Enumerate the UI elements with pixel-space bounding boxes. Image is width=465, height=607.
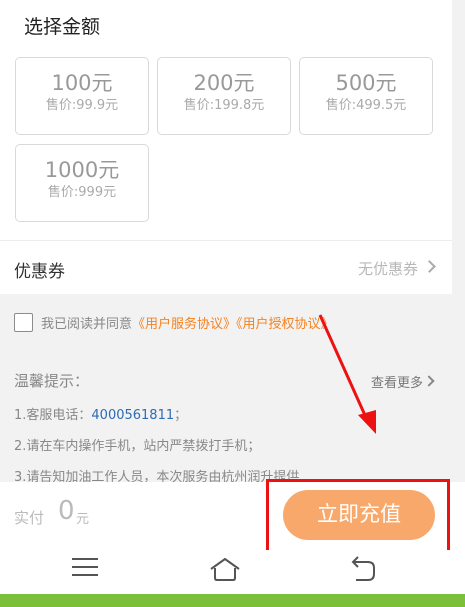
amount-option-200[interactable]: 200元 售价:199.8元 [157,57,291,135]
amount-option-value: 500元 [335,71,397,95]
annotation-arrow [318,314,376,434]
amount-option-price: 售价:99.9元 [45,98,119,113]
paid-unit: 元 [76,512,90,527]
coupon-label: 优惠券 [14,262,65,282]
paid-amount: 0 [58,496,75,526]
amount-option-value: 200元 [193,71,255,95]
amount-section: 选择金额 100元 售价:99.9元 200元 售价:199.8元 500元 售… [0,0,452,240]
amount-option-price: 售价:499.5元 [325,98,407,113]
annotation-highlight-box [266,479,450,554]
customer-service-phone[interactable]: 4000561811 [91,408,174,423]
home-icon[interactable] [208,556,242,582]
tip-line-1-suffix: ； [174,408,188,423]
agreement-checkbox[interactable] [14,313,33,332]
tips-title: 温馨提示： [14,372,90,390]
agreement-text: 我已阅读并同意《用户服务协议》《用户授权协议》 [41,313,334,332]
back-icon[interactable] [348,554,378,584]
amount-option-1000[interactable]: 1000元 售价:999元 [15,144,149,222]
tip-line-2: 2.请在车内操作手机，站内严禁拨打手机； [14,439,261,454]
bottom-strip [0,594,465,607]
agreement-prefix: 我已阅读并同意 [41,317,133,332]
tip-line-1-prefix: 1.客服电话： [14,408,92,423]
amount-option-500[interactable]: 500元 售价:499.5元 [299,57,433,135]
menu-icon[interactable] [72,558,98,578]
user-service-agreement-link[interactable]: 《用户服务协议》 [132,317,236,332]
amount-option-100[interactable]: 100元 售价:99.9元 [15,57,149,135]
amount-option-value: 100元 [51,71,113,95]
amount-option-price: 售价:199.8元 [183,98,265,113]
chevron-right-icon [423,260,436,273]
coupon-row[interactable]: 优惠券 无优惠券 [0,240,452,294]
paid-label: 实付 [14,509,45,527]
amount-option-value: 1000元 [44,158,120,182]
amount-section-title: 选择金额 [24,16,101,38]
system-nav-bar [0,550,465,594]
coupon-value: 无优惠券 [357,260,418,278]
amount-option-price: 售价:999元 [47,185,117,200]
tip-line-1: 1.客服电话：4000561811； [14,404,187,423]
chevron-right-icon [423,375,435,387]
